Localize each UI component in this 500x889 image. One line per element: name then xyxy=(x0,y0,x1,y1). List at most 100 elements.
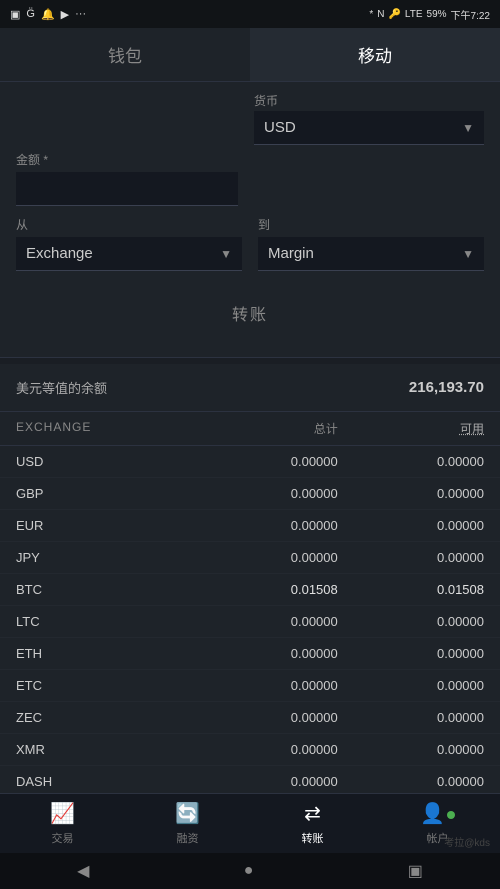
cell-total: 0.00000 xyxy=(192,486,338,501)
table-row: GBP 0.00000 0.00000 xyxy=(0,478,500,510)
cell-avail: 0.00000 xyxy=(338,774,484,789)
to-value: Margin xyxy=(268,245,314,262)
cell-name: XMR xyxy=(16,742,192,757)
cell-name: ETH xyxy=(16,646,192,661)
cell-avail: 0.00000 xyxy=(338,742,484,757)
watermark: 考拉@kds xyxy=(444,834,490,849)
transfer-icon: ⇄ xyxy=(304,801,321,826)
exchange-section: EXCHANGE 总计 可用 USD 0.00000 0.00000 GBP 0… xyxy=(0,412,500,830)
icon-square: ▣ xyxy=(10,8,20,21)
bottom-nav: 📈 交易 🔄 融资 ⇄ 转账 👤 帐户 xyxy=(0,793,500,853)
cell-avail: 0.00000 xyxy=(338,518,484,533)
cell-avail: 0.00000 xyxy=(338,678,484,693)
cell-name: ZEC xyxy=(16,710,192,725)
amount-spacer xyxy=(254,151,484,206)
cell-avail: 0.00000 xyxy=(338,710,484,725)
balance-value: 216,193.70 xyxy=(409,379,484,396)
to-label: 到 xyxy=(258,216,484,233)
cell-total: 0.00000 xyxy=(192,550,338,565)
amount-input[interactable] xyxy=(16,172,238,206)
icon-bell: 🔔 xyxy=(41,8,55,21)
nav-finance[interactable]: 🔄 融资 xyxy=(125,794,250,853)
currency-dropdown[interactable]: USD ▼ xyxy=(254,111,484,145)
account-dot xyxy=(447,811,455,819)
table-row: USD 0.00000 0.00000 xyxy=(0,446,500,478)
col-total-label: 总计 xyxy=(192,420,338,437)
icon-nfc: N xyxy=(377,9,384,20)
cell-avail: 0.00000 xyxy=(338,550,484,565)
from-section: 从 Exchange ▼ xyxy=(16,216,242,271)
icon-dots: ··· xyxy=(75,8,86,20)
lte-indicator: LTE xyxy=(405,9,423,20)
amount-row: 金额 * xyxy=(16,151,484,206)
cell-name: JPY xyxy=(16,550,192,565)
main-tab-bar: 钱包 移动 xyxy=(0,28,500,82)
cell-total: 0.00000 xyxy=(192,742,338,757)
table-body: USD 0.00000 0.00000 GBP 0.00000 0.00000 … xyxy=(0,446,500,830)
to-section: 到 Margin ▼ xyxy=(258,216,484,271)
status-right-icons: * N 🔑 LTE 59% 下午7:22 xyxy=(369,7,490,22)
table-row: ETH 0.00000 0.00000 xyxy=(0,638,500,670)
account-icon: 👤 xyxy=(420,801,455,826)
tab-transfer[interactable]: 移动 xyxy=(250,28,500,81)
table-row: LTC 0.00000 0.00000 xyxy=(0,606,500,638)
cell-total: 0.00000 xyxy=(192,678,338,693)
nav-trading-label: 交易 xyxy=(52,830,74,846)
from-dropdown[interactable]: Exchange ▼ xyxy=(16,237,242,271)
cell-name: LTC xyxy=(16,614,192,629)
currency-chevron-icon: ▼ xyxy=(462,121,474,135)
cell-name: BTC xyxy=(16,582,192,597)
android-recent-btn[interactable]: ▣ xyxy=(408,861,423,881)
trading-icon: 📈 xyxy=(50,801,75,826)
table-row: BTC 0.01508 0.01508 xyxy=(0,574,500,606)
transfer-button[interactable]: 转账 xyxy=(132,291,368,335)
cell-avail: 0.00000 xyxy=(338,614,484,629)
cell-total: 0.00000 xyxy=(192,710,338,725)
cell-name: GBP xyxy=(16,486,192,501)
balance-section: 美元等值的余额 216,193.70 xyxy=(0,364,500,412)
time: 下午7:22 xyxy=(451,7,490,22)
currency-row: 货币 USD ▼ xyxy=(16,92,484,145)
cell-avail: 0.00000 xyxy=(338,646,484,661)
android-home-btn[interactable]: ● xyxy=(244,862,254,880)
table-row: XMR 0.00000 0.00000 xyxy=(0,734,500,766)
table-row: EUR 0.00000 0.00000 xyxy=(0,510,500,542)
finance-icon: 🔄 xyxy=(175,801,200,826)
cell-avail: 0.00000 xyxy=(338,486,484,501)
from-chevron-icon: ▼ xyxy=(220,247,232,261)
from-label: 从 xyxy=(16,216,242,233)
cell-avail: 0.01508 xyxy=(338,582,484,597)
balance-label: 美元等值的余额 xyxy=(16,378,107,397)
icon-play: ▶ xyxy=(61,8,69,21)
icon-g: G̈ xyxy=(26,8,35,20)
currency-label: 货币 xyxy=(254,92,476,109)
from-value: Exchange xyxy=(26,245,93,262)
cell-name: DASH xyxy=(16,774,192,789)
android-back-btn[interactable]: ◀ xyxy=(77,861,89,881)
nav-transfer[interactable]: ⇄ 转账 xyxy=(250,794,375,853)
cell-name: USD xyxy=(16,454,192,469)
cell-name: ETC xyxy=(16,678,192,693)
tab-wallet[interactable]: 钱包 xyxy=(0,28,250,81)
cell-avail: 0.00000 xyxy=(338,454,484,469)
nav-transfer-label: 转账 xyxy=(302,830,324,846)
cell-total: 0.00000 xyxy=(192,614,338,629)
from-to-row: 从 Exchange ▼ 到 Margin ▼ xyxy=(16,216,484,271)
col-section-label: EXCHANGE xyxy=(16,420,192,437)
icon-bluetooth: * xyxy=(369,9,373,20)
nav-trading[interactable]: 📈 交易 xyxy=(0,794,125,853)
table-row: JPY 0.00000 0.00000 xyxy=(0,542,500,574)
to-dropdown[interactable]: Margin ▼ xyxy=(258,237,484,271)
cell-name: EUR xyxy=(16,518,192,533)
battery: 59% xyxy=(427,9,447,20)
status-left-icons: ▣ G̈ 🔔 ▶ ··· xyxy=(10,8,86,21)
cell-total: 0.00000 xyxy=(192,646,338,661)
to-chevron-icon: ▼ xyxy=(462,247,474,261)
cell-total: 0.00000 xyxy=(192,774,338,789)
table-row: ZEC 0.00000 0.00000 xyxy=(0,702,500,734)
cell-total: 0.00000 xyxy=(192,518,338,533)
currency-value: USD xyxy=(264,119,296,136)
transfer-btn-area: 转账 xyxy=(16,281,484,341)
amount-section: 金额 * xyxy=(16,151,238,206)
status-bar: ▣ G̈ 🔔 ▶ ··· * N 🔑 LTE 59% 下午7:22 xyxy=(0,0,500,28)
